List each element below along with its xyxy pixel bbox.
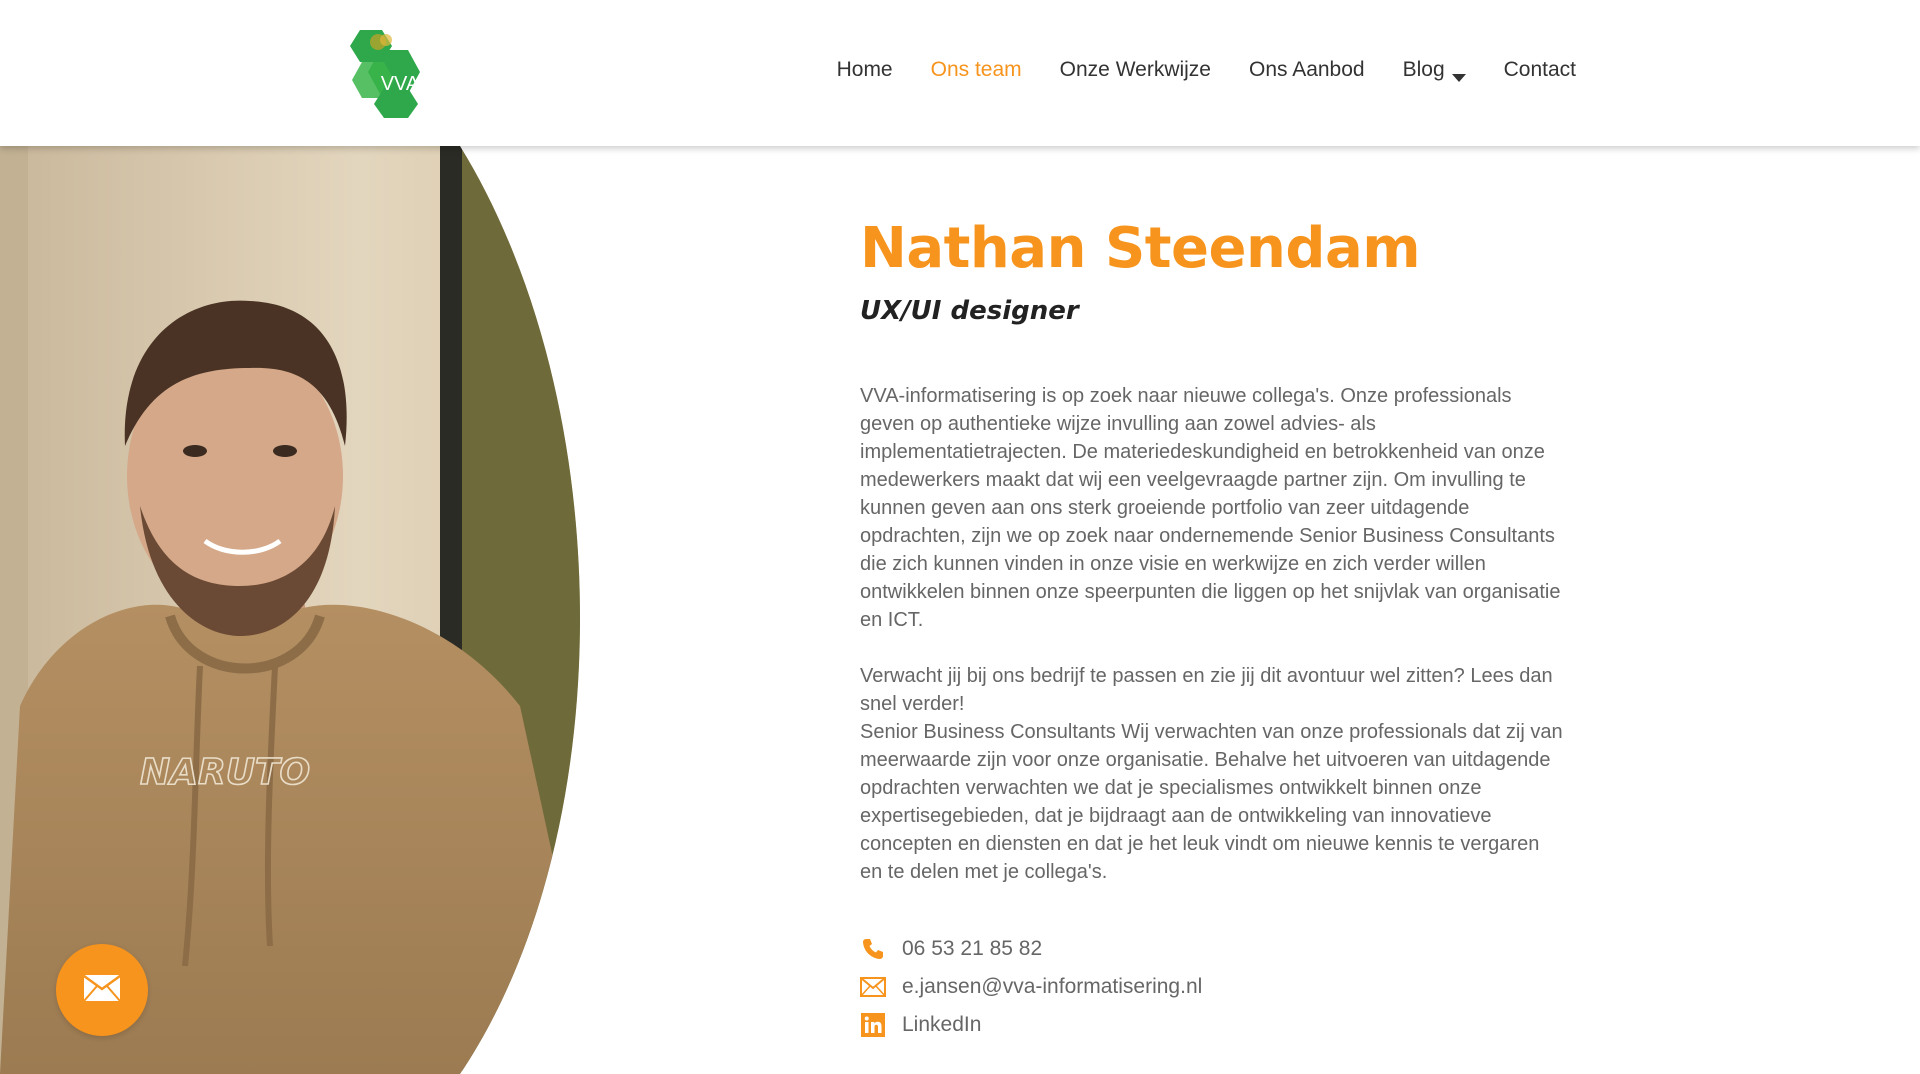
mail-icon — [860, 974, 886, 1000]
site-header: VVA Home Ons team Onze Werkwijze Ons Aan… — [0, 0, 1920, 146]
profile-photo: NARUTO — [0, 146, 600, 1074]
linkedin-icon — [860, 1012, 886, 1038]
profile-paragraph-2b: Senior Business Consultants Wij verwacht… — [860, 721, 1563, 883]
nav-home[interactable]: Home — [837, 58, 893, 82]
main-nav: Home Ons team Onze Werkwijze Ons Aanbod … — [799, 58, 1576, 82]
profile-paragraph-2a: Verwacht jij bij ons bedrijf te passen e… — [860, 665, 1553, 715]
floating-mail-button[interactable] — [56, 944, 148, 1036]
nav-contact[interactable]: Contact — [1504, 58, 1576, 82]
contact-email-text: e.jansen@vva-informatisering.nl — [902, 975, 1203, 998]
contact-email[interactable]: e.jansen@vva-informatisering.nl — [860, 968, 1572, 1006]
chevron-down-icon — [1451, 65, 1466, 82]
contact-phone[interactable]: 06 53 21 85 82 — [860, 930, 1572, 968]
nav-home-label: Home — [836, 58, 893, 81]
nav-ons-team[interactable]: Ons team — [931, 58, 1022, 82]
contact-phone-text: 06 53 21 85 82 — [902, 937, 1043, 960]
nav-onze-werkwijze[interactable]: Onze Werkwijze — [1060, 58, 1211, 82]
profile-name: Nathan Steendam — [860, 216, 1421, 281]
profile-paragraph-1: VVA-informatisering is op zoek naar nieu… — [860, 385, 1561, 631]
nav-ons-team-label: Ons team — [930, 58, 1022, 81]
mail-icon — [83, 974, 121, 1007]
contact-list: 06 53 21 85 82 e.jansen@vva-informatiser… — [860, 930, 1572, 1044]
phone-icon — [860, 936, 886, 962]
nav-blog-label: Blog — [1402, 58, 1445, 81]
nav-onze-werkwijze-label: Onze Werkwijze — [1059, 58, 1211, 81]
profile-content: Nathan Steendam UX/UI designer VVA-infor… — [860, 214, 1572, 1044]
nav-ons-aanbod[interactable]: Ons Aanbod — [1249, 58, 1365, 82]
logo-text: VVA — [381, 73, 420, 95]
vva-logo[interactable]: VVA — [340, 28, 436, 118]
contact-linkedin-text: LinkedIn — [902, 1013, 982, 1036]
hoodie-print: NARUTO — [140, 752, 310, 793]
nav-contact-label: Contact — [1503, 58, 1576, 81]
nav-blog[interactable]: Blog — [1403, 58, 1466, 82]
profile-role: UX/UI designer — [860, 296, 1079, 326]
contact-linkedin[interactable]: LinkedIn — [860, 1006, 1572, 1044]
nav-ons-aanbod-label: Ons Aanbod — [1249, 58, 1365, 81]
